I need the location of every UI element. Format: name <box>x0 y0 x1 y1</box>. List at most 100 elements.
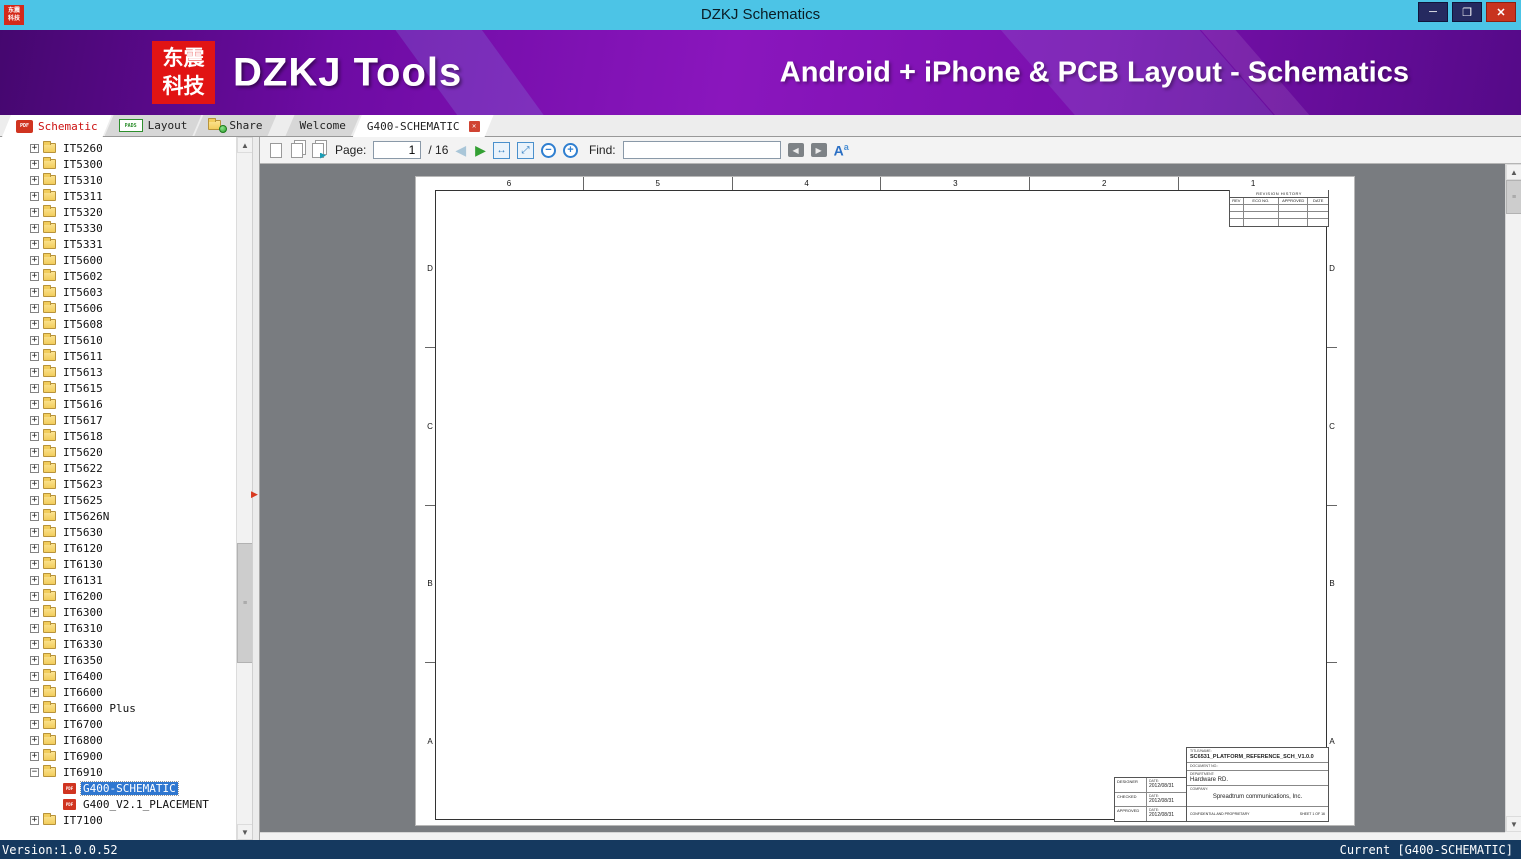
vertical-scrollbar[interactable]: ▲ ≡ ▼ <box>1505 164 1521 832</box>
tab-layout[interactable]: PADS Layout <box>105 115 202 136</box>
scroll-up-icon[interactable]: ▲ <box>1506 164 1521 180</box>
expand-icon[interactable]: + <box>30 191 39 201</box>
expand-icon[interactable]: + <box>30 463 39 473</box>
expand-icon[interactable]: + <box>30 511 39 521</box>
collapse-icon[interactable]: − <box>30 767 39 777</box>
tree-item-g400-v2-1-placement[interactable]: +PDFG400_V2.1_PLACEMENT <box>0 796 237 812</box>
tree-item-it5602[interactable]: + IT5602 <box>0 268 237 284</box>
expand-icon[interactable]: + <box>30 431 39 441</box>
expand-icon[interactable]: + <box>30 815 39 825</box>
scroll-down-icon[interactable]: ▼ <box>1506 816 1521 832</box>
vertical-scrollbar-thumb[interactable]: ≡ <box>1506 180 1521 214</box>
copy-page-icon[interactable] <box>291 142 303 158</box>
close-tab-icon[interactable]: ✕ <box>469 121 480 132</box>
expand-icon[interactable]: + <box>30 319 39 329</box>
tree-item-it5310[interactable]: + IT5310 <box>0 172 237 188</box>
expand-icon[interactable]: + <box>30 527 39 537</box>
tree-item-it5626n[interactable]: + IT5626N <box>0 508 237 524</box>
find-input[interactable] <box>622 141 781 159</box>
minimize-button[interactable]: ─ <box>1418 2 1448 22</box>
tree-item-it5613[interactable]: + IT5613 <box>0 364 237 380</box>
tab-schematic[interactable]: PDF Schematic <box>2 115 112 137</box>
tree-item-it5260[interactable]: + IT5260 <box>0 140 237 156</box>
scroll-up-icon[interactable]: ▲ <box>237 137 253 153</box>
expand-icon[interactable]: + <box>30 255 39 265</box>
zoom-in-icon[interactable]: + <box>562 142 578 158</box>
expand-icon[interactable]: + <box>30 751 39 761</box>
tree-scrollbar-thumb[interactable]: ≡ <box>237 543 253 663</box>
tree-item-it6910[interactable]: − IT6910 <box>0 764 237 780</box>
zoom-out-icon[interactable]: − <box>540 142 556 158</box>
expand-icon[interactable]: + <box>30 607 39 617</box>
expand-icon[interactable]: + <box>30 303 39 313</box>
tree-item-it5625[interactable]: + IT5625 <box>0 492 237 508</box>
tree-item-it6400[interactable]: + IT6400 <box>0 668 237 684</box>
tab-document[interactable]: G400-SCHEMATIC ✕ <box>353 115 494 137</box>
tree-item-it6120[interactable]: + IT6120 <box>0 540 237 556</box>
snapshot-icon[interactable] <box>312 142 324 158</box>
horizontal-scrollbar[interactable] <box>260 832 1505 840</box>
expand-icon[interactable]: + <box>30 175 39 185</box>
tree-item-it6300[interactable]: + IT6300 <box>0 604 237 620</box>
expand-icon[interactable]: + <box>30 495 39 505</box>
expand-icon[interactable]: + <box>30 479 39 489</box>
expand-icon[interactable]: + <box>30 159 39 169</box>
scroll-down-icon[interactable]: ▼ <box>237 824 253 840</box>
tree-item-it5611[interactable]: + IT5611 <box>0 348 237 364</box>
tree-item-it5617[interactable]: + IT5617 <box>0 412 237 428</box>
tree-item-it6700[interactable]: + IT6700 <box>0 716 237 732</box>
expand-icon[interactable]: + <box>30 639 39 649</box>
expand-icon[interactable]: + <box>30 559 39 569</box>
tree-item-it5320[interactable]: + IT5320 <box>0 204 237 220</box>
tree-item-it5623[interactable]: + IT5623 <box>0 476 237 492</box>
tree-item-it6600[interactable]: + IT6600 <box>0 684 237 700</box>
expand-icon[interactable]: + <box>30 207 39 217</box>
expand-icon[interactable]: + <box>30 367 39 377</box>
expand-icon[interactable]: + <box>30 591 39 601</box>
maximize-button[interactable]: ❐ <box>1452 2 1482 22</box>
expand-icon[interactable]: + <box>30 735 39 745</box>
expand-icon[interactable]: + <box>30 415 39 425</box>
expand-icon[interactable]: + <box>30 399 39 409</box>
tree-item-it5330[interactable]: + IT5330 <box>0 220 237 236</box>
tab-share[interactable]: Share <box>194 115 276 136</box>
expand-icon[interactable]: + <box>30 335 39 345</box>
expand-icon[interactable]: + <box>30 543 39 553</box>
tree-item-it5616[interactable]: + IT5616 <box>0 396 237 412</box>
tree-item-it5608[interactable]: + IT5608 <box>0 316 237 332</box>
expand-icon[interactable]: + <box>30 351 39 361</box>
schematic-viewer[interactable]: 654321 DCBA DCBA REVISION HISTORY REV ECO… <box>260 164 1505 832</box>
splitter-collapse-icon[interactable]: ▶ <box>251 489 258 500</box>
expand-icon[interactable]: + <box>30 655 39 665</box>
tree-item-it5311[interactable]: + IT5311 <box>0 188 237 204</box>
find-next-icon[interactable]: ▶ <box>810 143 827 157</box>
tree-item-it7100[interactable]: + IT7100 <box>0 812 237 828</box>
tree-item-it5610[interactable]: + IT5610 <box>0 332 237 348</box>
tree-item-it5620[interactable]: + IT5620 <box>0 444 237 460</box>
tree-item-it5606[interactable]: + IT5606 <box>0 300 237 316</box>
tree-item-it6350[interactable]: + IT6350 <box>0 652 237 668</box>
expand-icon[interactable]: + <box>30 239 39 249</box>
find-previous-icon[interactable]: ◀ <box>787 143 804 157</box>
tree-item-it6310[interactable]: + IT6310 <box>0 620 237 636</box>
tree-item-it6131[interactable]: + IT6131 <box>0 572 237 588</box>
close-button[interactable]: ✕ <box>1486 2 1516 22</box>
tree-item-it5622[interactable]: + IT5622 <box>0 460 237 476</box>
tree-item-it6900[interactable]: + IT6900 <box>0 748 237 764</box>
tree-item-it6330[interactable]: + IT6330 <box>0 636 237 652</box>
expand-icon[interactable]: + <box>30 223 39 233</box>
tree-item-g400-schematic[interactable]: +PDFG400-SCHEMATIC <box>0 780 237 796</box>
tree-item-it6600-plus[interactable]: + IT6600 Plus <box>0 700 237 716</box>
prev-page-icon[interactable]: ◀ <box>455 142 466 159</box>
tree-item-it6200[interactable]: + IT6200 <box>0 588 237 604</box>
next-page-icon[interactable]: ▶ <box>475 142 486 159</box>
tree-item-it5603[interactable]: + IT5603 <box>0 284 237 300</box>
page-number-input[interactable] <box>373 141 422 159</box>
expand-icon[interactable]: + <box>30 671 39 681</box>
expand-icon[interactable]: + <box>30 719 39 729</box>
fit-width-icon[interactable]: ↔ <box>492 141 510 159</box>
expand-icon[interactable]: + <box>30 383 39 393</box>
tree-item-it5615[interactable]: + IT5615 <box>0 380 237 396</box>
expand-icon[interactable]: + <box>30 287 39 297</box>
panel-splitter[interactable]: ▶ <box>251 137 259 840</box>
